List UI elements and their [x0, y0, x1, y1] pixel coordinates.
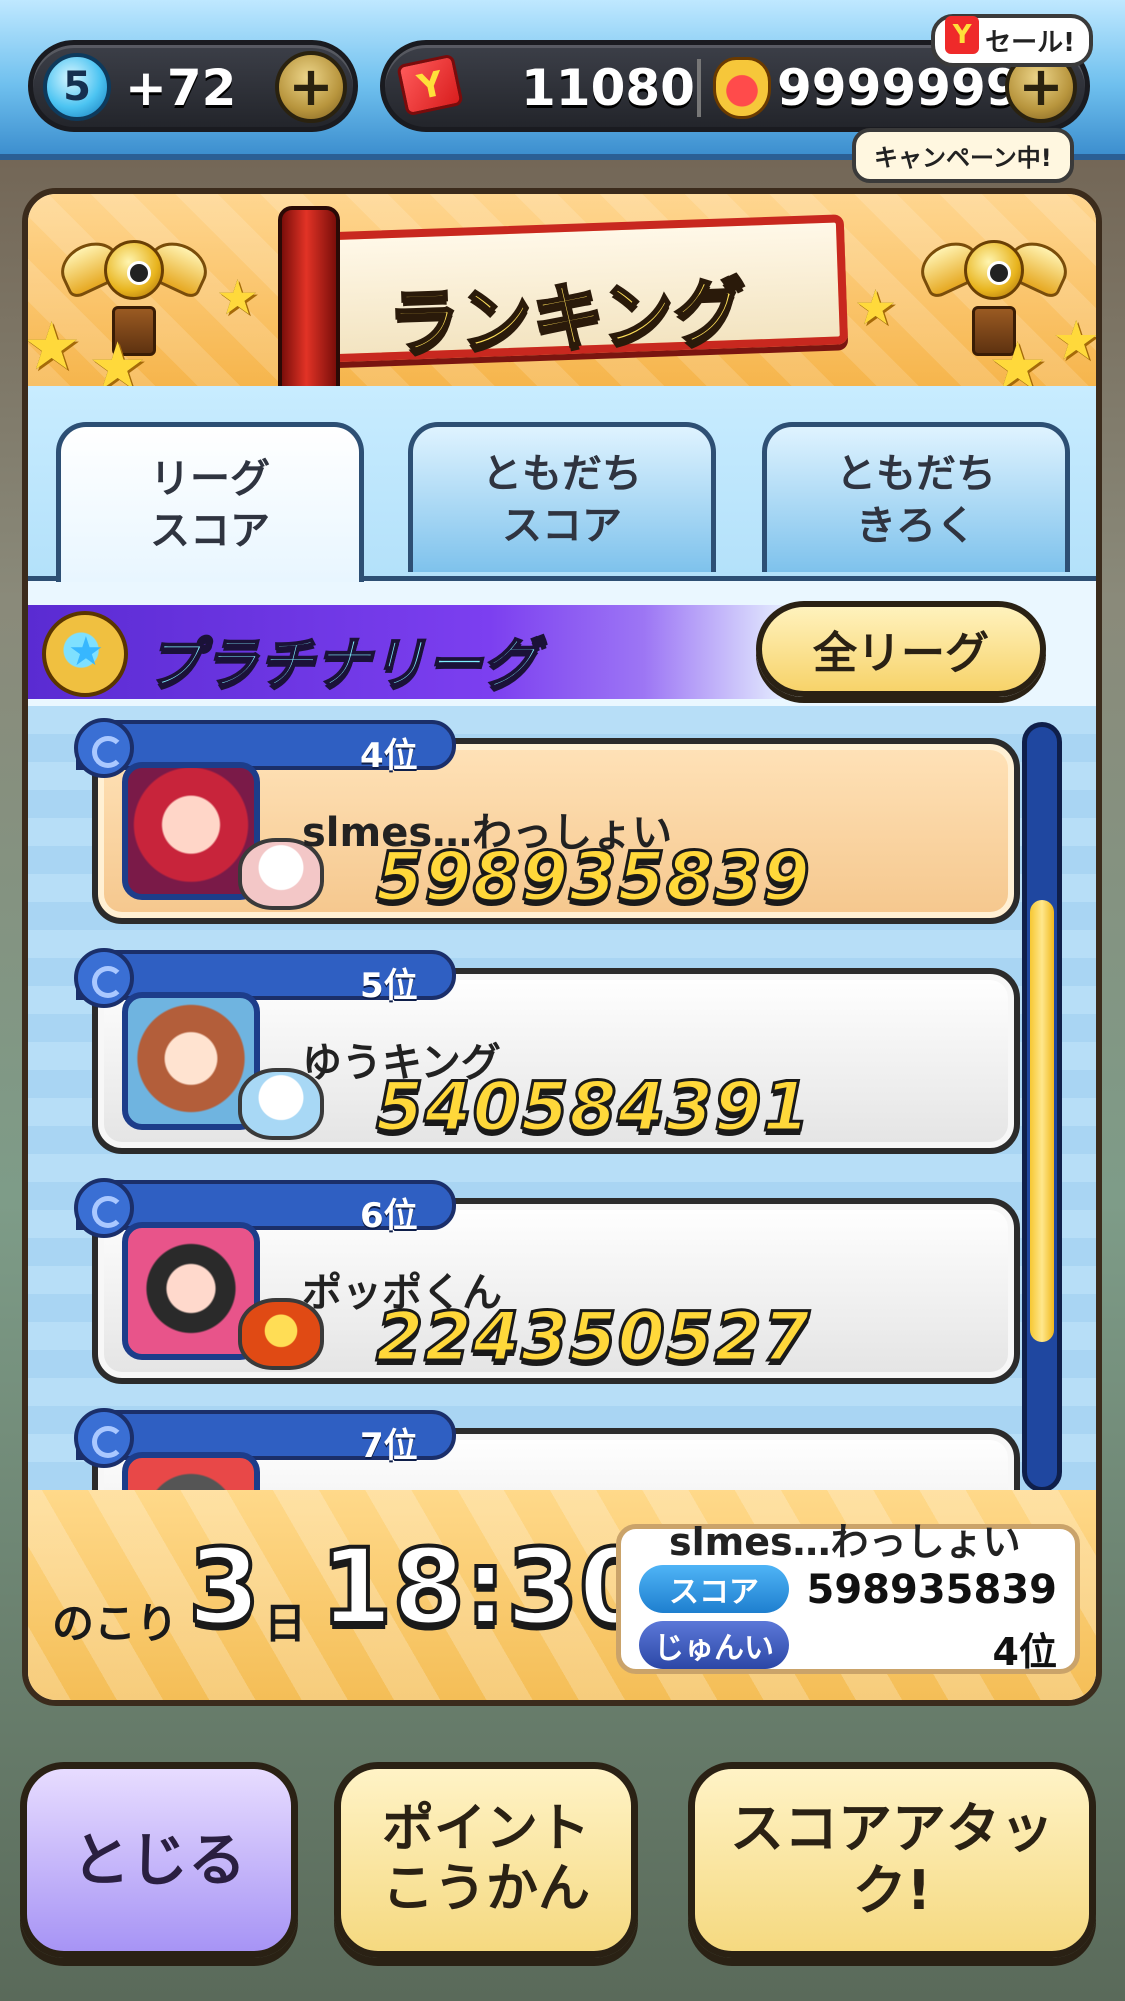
player-score: 598935839 [375, 837, 812, 919]
days-unit: 日 [264, 1599, 307, 1648]
panel-header: ★ ★ ★ ★ ★ ★ ランキング [28, 194, 1096, 406]
close-button[interactable]: とじる [20, 1762, 298, 1958]
period-and-my-rank: のこり 3 日 18:30 slmes…わっしょい スコア 598935839 … [28, 1490, 1096, 1700]
rank-tag: 7位 [74, 1408, 456, 1468]
rank-tag: 4位 [74, 718, 456, 778]
soul-counter: 5 +72 + [28, 40, 358, 132]
tab-friend-record[interactable]: ともだち きろく [762, 422, 1070, 572]
soul-level-icon: 5 [43, 53, 111, 121]
my-rank-card: slmes…わっしょい スコア 598935839 じゅんい 4位 [616, 1520, 1080, 1674]
campaign-badge: キャンペーン中! [852, 128, 1074, 183]
star-icon: ★ [1052, 309, 1101, 372]
scroll-rod-icon [278, 206, 340, 406]
my-player-name: slmes…わっしょい [669, 1520, 1021, 1564]
soul-bonus-value: +72 [125, 59, 237, 117]
league-name: プラチナリーグ [145, 631, 539, 698]
status-bar: 5 +72 + 11080 9999999 + セール! キャンペーン中! [0, 0, 1125, 183]
star-icon: ★ [22, 308, 82, 385]
ticket-icon [396, 53, 464, 117]
my-rank-value: 4位 [992, 1630, 1057, 1674]
page-title: ランキング [385, 267, 749, 366]
avatar [122, 1452, 260, 1490]
tab-label: ともだち スコア [482, 450, 642, 549]
player-score: 540584391 [375, 1067, 812, 1149]
my-score-value: 598935839 [806, 1567, 1058, 1613]
point-exchange-button[interactable]: ポイント こうかん [334, 1762, 638, 1958]
rank-tag: 5位 [74, 948, 456, 1008]
rank-label: 5位 [360, 966, 418, 1006]
title-scroll: ランキング [283, 214, 849, 367]
tab-label: ともだち きろく [836, 450, 996, 549]
all-leagues-button[interactable]: 全リーグ [756, 601, 1046, 697]
remaining-label: のこり [52, 1599, 179, 1648]
point-exchange-label: ポイント こうかん [381, 1799, 590, 1919]
rank-tag: 6位 [74, 1178, 456, 1238]
ranking-list[interactable]: 4位 slmes…わっしょい 598935839 5位 ゆうキング 540584… [28, 706, 1096, 1490]
score-attack-button[interactable]: スコアアタック! [688, 1762, 1096, 1958]
ranking-row[interactable]: 7位 ルポ [74, 1408, 1034, 1490]
star-icon: ★ [216, 270, 260, 326]
scrollbar-thumb[interactable] [1030, 900, 1054, 1342]
ranking-row[interactable]: 4位 slmes…わっしょい 598935839 [74, 718, 1034, 926]
ranking-scrollbar[interactable] [1022, 722, 1062, 1490]
rank-label: 6位 [360, 1196, 418, 1236]
ranking-panel: ★ ★ ★ ★ ★ ★ ランキング リーグ スコア ともだち スコア ともだち … [22, 188, 1102, 1706]
score-attack-label: スコアアタック! [730, 1796, 1054, 1922]
rank-label: 7位 [360, 1426, 418, 1466]
league-header: プラチナリーグ 全リーグ [28, 576, 1096, 706]
player-score: 224350527 [375, 1297, 812, 1379]
remaining-time: 18:30 [318, 1524, 653, 1650]
ranking-row[interactable]: 5位 ゆうキング 540584391 [74, 948, 1034, 1156]
league-banner: プラチナリーグ [28, 605, 798, 699]
score-label: スコア [639, 1565, 789, 1613]
add-soul-button[interactable]: + [275, 51, 347, 123]
close-button-label: とじる [71, 1825, 246, 1894]
rank-label: じゅんい [639, 1621, 789, 1669]
platinum-league-emblem-icon [42, 611, 128, 697]
coin-purse-icon [713, 57, 771, 119]
rank-label: 4位 [360, 736, 418, 776]
sale-badge[interactable]: セール! [931, 14, 1093, 67]
tab-friend-score[interactable]: ともだち スコア [408, 422, 716, 572]
remaining-days: 3 [186, 1524, 262, 1650]
tab-label: リーグ スコア [150, 455, 270, 554]
ranking-row[interactable]: 6位 ポッポくん 224350527 [74, 1178, 1034, 1386]
ticket-count: 11080 [521, 59, 695, 117]
currency-divider [697, 59, 701, 117]
star-icon: ★ [854, 280, 898, 336]
coin-count: 9999999 [777, 59, 1021, 117]
tab-league-score[interactable]: リーグ スコア [56, 422, 364, 582]
